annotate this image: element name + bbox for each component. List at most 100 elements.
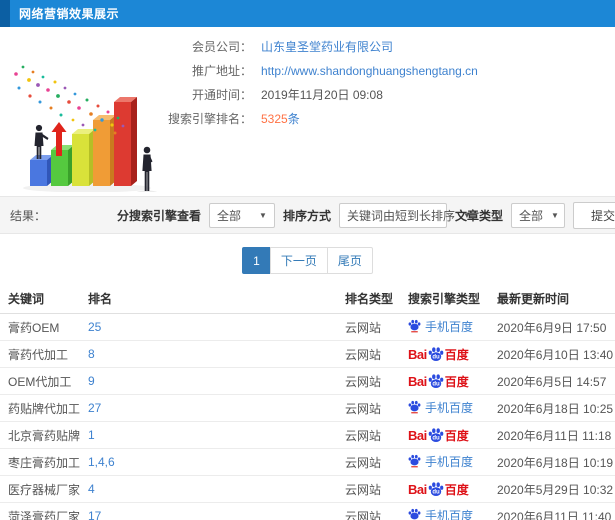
table-row: 菏泽膏药厂家 17 云网站 手机百度 2020年6月11日 11:40 — [0, 502, 615, 520]
keyword-cell: 膏药OEM — [0, 313, 80, 341]
rank-link[interactable]: 4 — [88, 482, 95, 496]
baidu-logo-bai: Bai — [408, 427, 427, 443]
open-time-value: 2019年11月20日 09:08 — [261, 88, 383, 102]
svg-text:du: du — [432, 435, 440, 441]
page-number-current[interactable]: 1 — [242, 247, 271, 274]
mobile-baidu-badge: 手机百度 — [408, 453, 473, 470]
engine-type-cell: 手机百度 Bai du 百度 — [400, 421, 489, 449]
rank-link[interactable]: 1 — [88, 428, 95, 442]
svg-text:du: du — [432, 354, 440, 360]
table-row: 北京膏药贴牌 1 云网站 手机百度 — [0, 421, 615, 449]
baidu-logo-bai: Bai — [408, 373, 427, 389]
bar-green — [51, 145, 74, 186]
keyword-cell: 枣庄膏药加工 — [0, 448, 80, 476]
top-section: 会员公司： 山东皇圣堂药业有限公司 推广地址： http://www.shand… — [0, 27, 615, 196]
table-header-row: 关键词 排名 排名类型 搜索引擎类型 最新更新时间 — [0, 284, 615, 314]
filter-controls: 分搜索引擎查看 全部 ▼ 排序方式 关键词由短到长排序 ▼ 文章类型 全部 ▼ … — [116, 201, 615, 229]
corner-accent — [0, 0, 10, 27]
baidu-logo-cn: 百度 — [444, 374, 469, 389]
baidu-logo: Bai du 百度 — [408, 346, 469, 362]
engine-type-cell: 手机百度 Bai du 百度 — [400, 475, 489, 503]
baidu-paw-icon: du — [428, 427, 444, 442]
mobile-baidu-badge: 手机百度 — [408, 318, 473, 335]
baidu-logo: Bai du 百度 — [408, 481, 469, 496]
engine-filter-select[interactable]: 全部 ▼ — [208, 202, 275, 228]
rank-link[interactable]: 25 — [88, 320, 101, 334]
engine-type-cell: 手机百度 Bai du 百度 — [400, 313, 489, 341]
updated-cell: 2020年6月11日 11:40 — [489, 502, 615, 520]
baidu-paw-icon — [408, 455, 421, 468]
mobile-baidu-badge: 手机百度 — [408, 507, 473, 520]
info-row-url: 推广地址： http://www.shandonghuangshengtang.… — [0, 59, 615, 83]
title-bar: 网络营销效果展示 — [0, 0, 615, 27]
bar-yellow — [72, 129, 95, 186]
updated-cell: 2020年6月18日 10:19 — [489, 448, 615, 476]
rank-type-cell: 云网站 — [337, 475, 400, 503]
updated-cell: 2020年6月10日 13:40 — [489, 340, 615, 368]
engine-filter-label: 分搜索引擎查看 — [116, 208, 201, 223]
rank-link[interactable]: 1,4,6 — [88, 455, 115, 469]
page-last-button[interactable]: 尾页 — [326, 247, 373, 274]
rank-link[interactable]: 8 — [88, 347, 95, 361]
rank-type-cell: 云网站 — [337, 448, 400, 476]
rank-link[interactable]: 9 — [88, 374, 95, 388]
baidu-paw-icon — [408, 509, 421, 520]
rank-type-cell: 云网站 — [337, 394, 400, 422]
mobile-baidu-label: 手机百度 — [425, 400, 474, 415]
rank-type-cell: 云网站 — [337, 421, 400, 449]
rank-type-cell: 云网站 — [337, 313, 400, 341]
page-next-button[interactable]: 下一页 — [269, 247, 328, 274]
open-time-label: 开通时间： — [191, 88, 252, 102]
engine-type-cell: 手机百度 Bai du 百度 — [400, 394, 489, 422]
keyword-cell: 菏泽膏药厂家 — [0, 502, 80, 520]
promo-url-link[interactable]: http://www.shandonghuangshengtang.cn — [261, 59, 478, 83]
updated-cell: 2020年5月29日 10:32 — [489, 475, 615, 503]
rank-link[interactable]: 17 — [88, 509, 101, 520]
engine-type-cell: 手机百度 Bai du 百度 — [400, 502, 489, 520]
filter-bar: 结果： 分搜索引擎查看 全部 ▼ 排序方式 关键词由短到长排序 ▼ 文章类型 全… — [0, 196, 615, 234]
info-row-open-time: 开通时间： 2019年11月20日 09:08 — [0, 83, 615, 107]
rank-total-value[interactable]: 5325条 — [261, 107, 300, 131]
rank-link[interactable]: 27 — [88, 401, 101, 415]
keyword-cell: 药贴牌代加工 — [0, 394, 80, 422]
baidu-paw-icon: du — [428, 481, 444, 496]
table-row: 枣庄膏药加工 1,4,6 云网站 手机百度 2020年6月18日 10:19 — [0, 448, 615, 476]
mobile-baidu-label: 手机百度 — [425, 508, 474, 520]
column-header-keyword: 关键词 — [0, 284, 80, 314]
baidu-logo-cn: 百度 — [444, 347, 469, 362]
article-type-select[interactable]: 全部 ▼ — [511, 202, 565, 228]
table-row: 医疗器械厂家 4 云网站 手机百度 — [0, 475, 615, 503]
result-label: 结果： — [10, 208, 47, 223]
engine-filter-value: 全部 — [216, 208, 241, 223]
column-header-rank: 排名 — [80, 284, 337, 314]
chevron-down-icon: ▼ — [259, 210, 267, 220]
baidu-paw-icon — [408, 320, 421, 333]
updated-cell: 2020年6月18日 10:25 — [489, 394, 615, 422]
company-label: 会员公司： — [191, 40, 252, 54]
svg-text:du: du — [432, 381, 440, 387]
page-title: 网络营销效果展示 — [19, 7, 120, 21]
keyword-cell: 北京膏药贴牌 — [0, 421, 80, 449]
rank-count: 5325 — [261, 112, 288, 126]
info-row-company: 会员公司： 山东皇圣堂药业有限公司 — [0, 35, 615, 59]
submit-button[interactable]: 提交 — [573, 201, 615, 229]
sort-select[interactable]: 关键词由短到长排序 ▼ — [338, 202, 471, 228]
rank-type-cell: 云网站 — [337, 502, 400, 520]
keyword-cell: OEM代加工 — [0, 367, 80, 395]
company-link[interactable]: 山东皇圣堂药业有限公司 — [261, 35, 393, 59]
table-row: OEM代加工 9 云网站 手机百度 — [0, 367, 615, 395]
baidu-logo: Bai du 百度 — [408, 427, 469, 443]
table-row: 膏药OEM 25 云网站 手机百度 2020年6月9日 17:50 — [0, 313, 615, 341]
rank-total-label: 搜索引擎排名： — [167, 112, 252, 126]
updated-cell: 2020年6月11日 11:18 — [489, 421, 615, 449]
baidu-paw-icon: du — [428, 373, 444, 388]
keyword-cell: 膏药代加工 — [0, 340, 80, 368]
updated-cell: 2020年6月9日 17:50 — [489, 313, 615, 341]
sort-value: 关键词由短到长排序 — [346, 208, 455, 223]
baidu-paw-icon: du — [428, 346, 444, 361]
baidu-paw-icon — [408, 401, 421, 414]
mobile-baidu-label: 手机百度 — [425, 454, 474, 469]
member-info: 会员公司： 山东皇圣堂药业有限公司 推广地址： http://www.shand… — [0, 35, 615, 131]
mobile-baidu-label: 手机百度 — [425, 319, 474, 334]
sort-label: 排序方式 — [282, 208, 331, 223]
